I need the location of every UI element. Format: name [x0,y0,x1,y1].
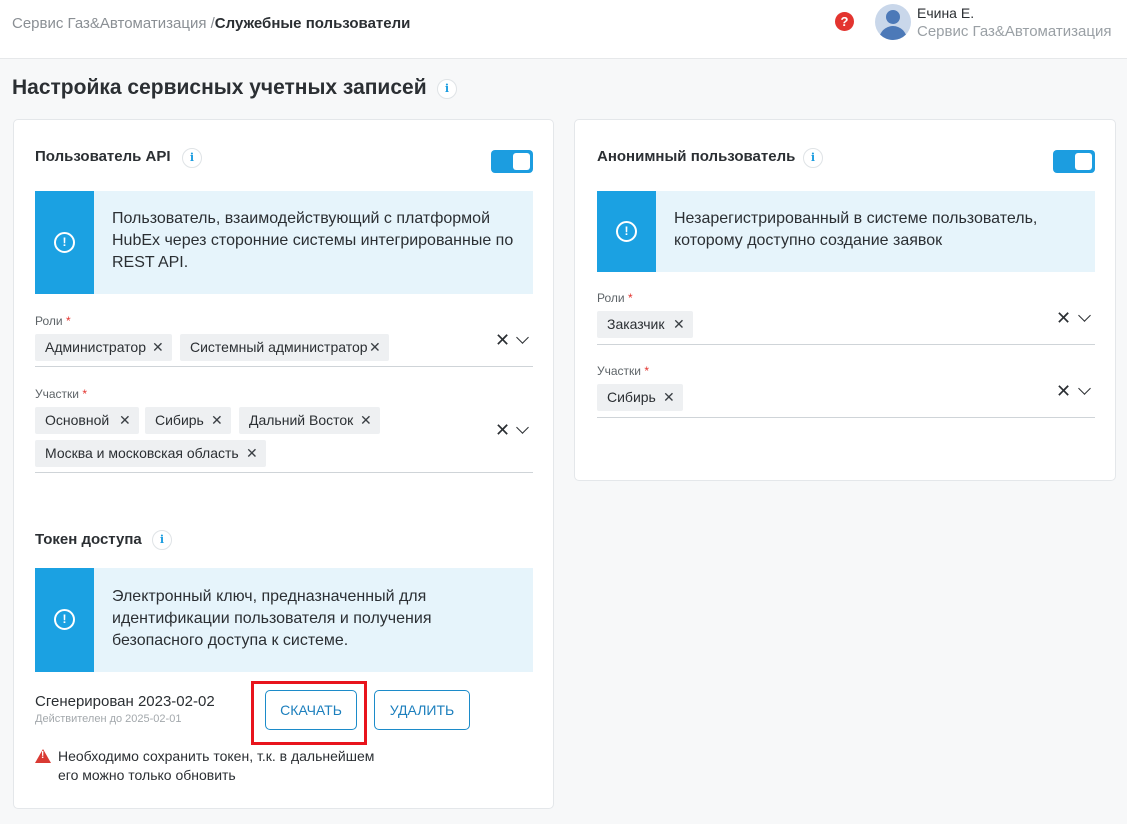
api-user-note-text: Пользователь, взаимодействующий с платфо… [112,210,514,271]
api-user-toggle[interactable] [491,150,533,173]
user-organization: Сервис Газ&Автоматизация [917,23,1112,40]
token-note-text: Электронный ключ, предназначенный для ид… [112,588,432,649]
api-user-title: Пользователь API [35,148,171,165]
breadcrumb-root[interactable]: Сервис Газ&Автоматизация / [12,15,215,32]
remove-chip-icon[interactable]: ✕ [152,334,164,361]
token-warning-text: Необходимо сохранить токен, т.к. в дальн… [58,748,375,783]
download-token-button[interactable]: СКАЧАТЬ [265,690,357,730]
sites-chevron-down-icon[interactable] [516,421,529,434]
anon-user-card: Анонимный пользователь i ! Незарегистрир… [574,119,1116,481]
required-mark: * [627,291,633,305]
anon-user-toggle[interactable] [1053,150,1095,173]
remove-chip-icon[interactable]: ✕ [673,311,685,338]
anon-user-note-text: Незарегистрированный в системе пользоват… [674,210,1038,249]
user-name[interactable]: Ечина Е. [917,5,974,21]
role-chip-label: Администратор [45,339,147,355]
page-title: Настройка сервисных учетных записей [12,76,427,99]
token-valid-until: Действителен до 2025-02-01 [35,713,182,725]
toggle-knob [1075,153,1092,170]
required-mark: * [82,387,88,401]
sites-field-underline [35,472,533,473]
site-chip: Дальний Восток ✕ [239,407,380,434]
token-title: Токен доступа [35,531,142,548]
sites-field-underline [597,417,1095,418]
remove-chip-icon[interactable]: ✕ [360,407,372,434]
roles-field-underline [597,344,1095,345]
sites-clear-icon[interactable]: ✕ [1056,382,1071,400]
token-info-icon[interactable]: i [152,530,172,550]
remove-chip-icon[interactable]: ✕ [663,384,675,411]
sites-chevron-down-icon[interactable] [1078,382,1091,395]
sites-label: Участки * [597,364,649,378]
help-question-icon[interactable]: ? [835,12,854,31]
anon-user-title: Анонимный пользователь [597,148,796,165]
role-chip: Администратор ✕ [35,334,172,361]
note-bar: ! [35,568,94,672]
token-generated-date: Сгенерирован 2023-02-02 [35,693,215,710]
required-mark: * [65,314,71,328]
sites-clear-icon[interactable]: ✕ [495,421,510,439]
roles-clear-icon[interactable]: ✕ [1056,309,1071,327]
roles-field-underline [35,366,533,367]
anon-user-note: ! Незарегистрированный в системе пользов… [597,191,1095,272]
alert-circle-icon: ! [616,221,637,242]
required-mark: * [644,364,650,378]
breadcrumb: Сервис Газ&Автоматизация /Служебные поль… [12,15,410,32]
site-chip-label: Москва и московская область [45,445,239,461]
page-title-info-icon[interactable]: i [437,79,457,99]
anon-user-info-icon[interactable]: i [803,148,823,168]
toggle-knob [513,153,530,170]
site-chip-label: Основной [45,412,110,428]
token-note: ! Электронный ключ, предназначенный для … [35,568,533,672]
site-chip-label: Сибирь [155,412,204,428]
site-chip: Сибирь ✕ [145,407,231,434]
remove-chip-icon[interactable]: ✕ [211,407,223,434]
api-user-note: ! Пользователь, взаимодействующий с плат… [35,191,533,294]
note-bar: ! [35,191,94,294]
roles-label-text: Роли [597,291,625,305]
remove-chip-icon[interactable]: ✕ [119,407,131,434]
breadcrumb-current: Служебные пользователи [214,15,411,32]
site-chip-label: Сибирь [607,389,656,405]
role-chip-label: Системный администратор [190,339,368,355]
sites-label: Участки * [35,387,87,401]
delete-token-button[interactable]: УДАЛИТЬ [374,690,470,730]
avatar-head-shape [886,10,900,24]
site-chip: Сибирь ✕ [597,384,683,411]
alert-circle-icon: ! [54,232,75,253]
sites-label-text: Участки [597,364,641,378]
roles-chevron-down-icon[interactable] [516,331,529,344]
note-bar: ! [597,191,656,272]
site-chip-label: Дальний Восток [249,412,354,428]
role-chip-label: Заказчик [607,316,665,332]
api-user-info-icon[interactable]: i [182,148,202,168]
alert-circle-icon: ! [54,609,75,630]
top-bar: Сервис Газ&Автоматизация /Служебные поль… [0,0,1127,59]
role-chip: Системный администратор ✕ [180,334,389,361]
roles-label: Роли * [35,314,71,328]
role-chip: Заказчик ✕ [597,311,693,338]
api-user-card: Пользователь API i ! Пользователь, взаим… [13,119,554,809]
roles-label-text: Роли [35,314,63,328]
site-chip: Основной ✕ [35,407,139,434]
warning-excl-mark: ! [41,750,45,761]
roles-clear-icon[interactable]: ✕ [495,331,510,349]
roles-chevron-down-icon[interactable] [1078,309,1091,322]
site-chip: Москва и московская область ✕ [35,440,266,467]
avatar[interactable] [875,4,911,40]
sites-label-text: Участки [35,387,79,401]
remove-chip-icon[interactable]: ✕ [369,334,381,361]
remove-chip-icon[interactable]: ✕ [246,440,258,467]
roles-label: Роли * [597,291,633,305]
avatar-body-shape [879,26,907,40]
